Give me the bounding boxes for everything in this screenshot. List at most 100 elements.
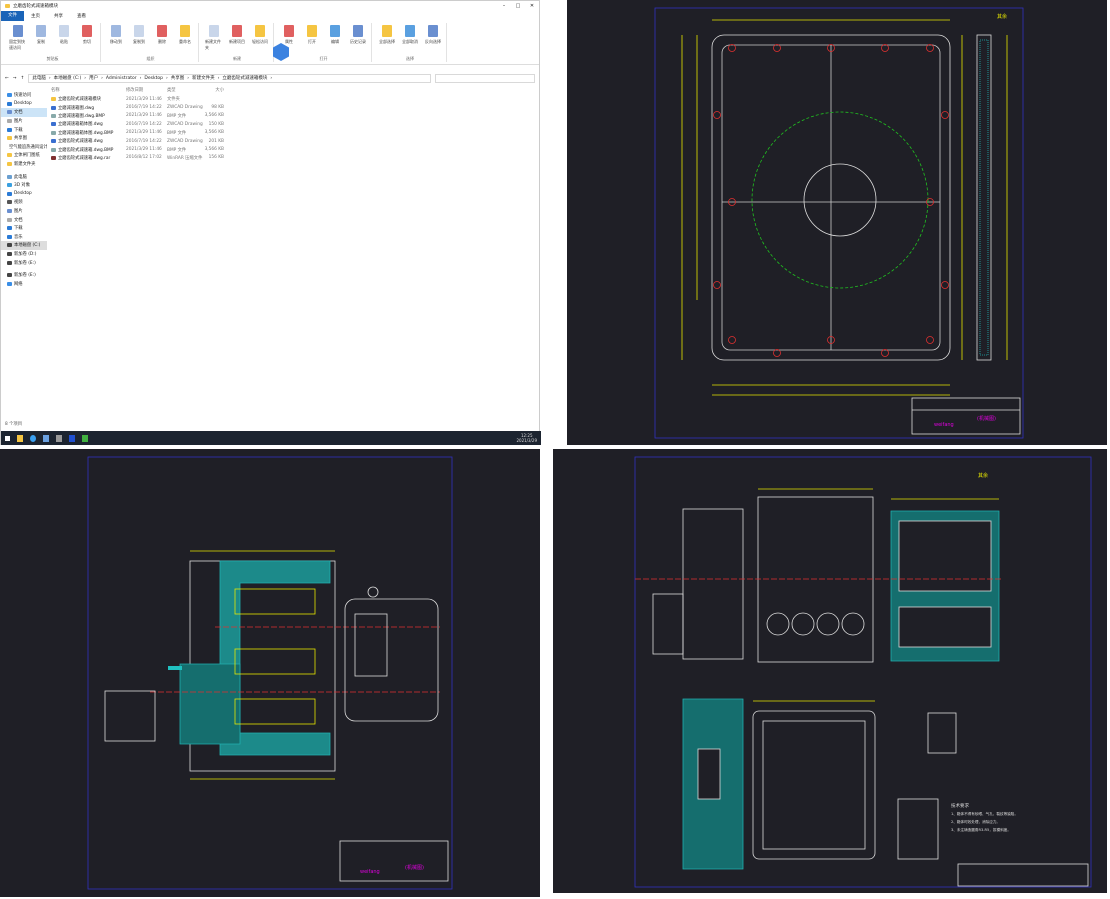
ribbon-button-icon bbox=[59, 25, 69, 37]
nav-item[interactable]: 网络 bbox=[1, 279, 47, 288]
bolt-hole bbox=[713, 281, 721, 289]
nav-item[interactable]: 图片 bbox=[1, 117, 47, 126]
column-date[interactable]: 修改日期 bbox=[126, 87, 167, 93]
file-row[interactable]: 立磨减速箱图.dwg.BMP 2021/3/29 11:46 BMP 文件 3,566… bbox=[51, 112, 539, 120]
nav-item[interactable]: 立体闸门图纸 bbox=[1, 151, 47, 160]
ribbon-button[interactable]: 新建项目 bbox=[228, 23, 246, 56]
title-bar: 立磨齿轮式减速箱模块 – □ ✕ bbox=[1, 1, 539, 11]
nav-item-icon bbox=[7, 119, 12, 124]
breadcrumb-item[interactable]: 用户 bbox=[89, 75, 98, 81]
breadcrumb-item[interactable]: 此电脑 bbox=[32, 75, 46, 81]
dwg-file-icon bbox=[51, 122, 56, 127]
tech-req-3: 3、未注铸造圆角R3-R5，拔模斜度。 bbox=[951, 827, 1011, 832]
nav-item[interactable]: 视频 bbox=[1, 198, 47, 207]
file-row[interactable]: 立磨齿轮式减速箱.dwg.BMP 2021/3/29 11:46 BMP 文件 3,5… bbox=[51, 145, 539, 153]
file-type: 文件夹 bbox=[167, 97, 180, 103]
nav-item[interactable]: 文档 bbox=[1, 215, 47, 224]
ribbon-button[interactable]: 新建文件夹 bbox=[205, 23, 223, 56]
file-name: 立磨齿轮式减速箱.dwg.rar bbox=[58, 155, 111, 161]
ribbon-button[interactable]: 全部取消 bbox=[401, 23, 419, 56]
search-input[interactable] bbox=[435, 73, 535, 83]
ribbon-button[interactable]: 复制到 bbox=[130, 23, 148, 56]
address-row: ← → ↑ 此电脑 › 本地磁盘 (C:) › 用户 › Administrator › Deskt… bbox=[1, 71, 539, 85]
nav-item[interactable]: 快速访问 bbox=[1, 91, 47, 100]
ribbon-button[interactable]: 轻松访问 bbox=[251, 23, 269, 56]
nav-item[interactable]: Desktop bbox=[1, 100, 47, 109]
dwg-file-icon bbox=[51, 105, 56, 110]
nav-item[interactable]: 图片 bbox=[1, 207, 47, 216]
taskbar-doc-icon[interactable] bbox=[43, 434, 49, 442]
close-button[interactable]: ✕ bbox=[525, 3, 539, 9]
bolt-hole bbox=[728, 44, 736, 52]
chevron-right-icon: › bbox=[217, 75, 220, 81]
clock-date: 2021/3/29 bbox=[516, 438, 537, 443]
tab-view[interactable]: 查看 bbox=[70, 13, 93, 19]
nav-item[interactable]: 新加卷 (E:) bbox=[1, 258, 47, 267]
nav-item[interactable]: 3D 对象 bbox=[1, 181, 47, 190]
tab-home[interactable]: 主页 bbox=[24, 13, 47, 19]
ribbon-button[interactable]: 删除 bbox=[153, 23, 171, 56]
cad-drawing-housing: 技术要求 1、箱体不得有砂眼、气孔、裂纹等缺陷。 2、箱体时效处理，消除应力。 … bbox=[553, 449, 1107, 893]
system-clock[interactable]: 12:25 2021/3/29 bbox=[516, 433, 537, 443]
taskbar-excel-icon[interactable] bbox=[82, 434, 88, 442]
nav-item[interactable]: 新加卷 (D:) bbox=[1, 250, 47, 259]
breadcrumb-item[interactable]: 立磨齿轮式减速箱模块 bbox=[222, 75, 267, 81]
ribbon-button[interactable]: 复制 bbox=[32, 23, 50, 56]
nav-item[interactable]: 音乐 bbox=[1, 233, 47, 242]
ribbon-button[interactable]: 打开 bbox=[303, 23, 321, 56]
ribbon-button[interactable]: 固定到快速访问 bbox=[9, 23, 27, 56]
forward-button[interactable]: → bbox=[13, 76, 17, 81]
ribbon-button[interactable]: 历史记录 bbox=[349, 23, 367, 56]
column-name[interactable]: 名称 bbox=[51, 87, 126, 93]
ribbon-button[interactable]: 移动到 bbox=[107, 23, 125, 56]
ribbon-button[interactable]: 全部选择 bbox=[378, 23, 396, 56]
nav-item[interactable]: 此电脑 bbox=[1, 172, 47, 181]
nav-item[interactable]: 文档 bbox=[1, 108, 47, 117]
tab-file[interactable]: 文件 bbox=[1, 11, 24, 21]
nav-item[interactable]: 共享图 bbox=[1, 134, 47, 143]
ribbon-button[interactable]: 反向选择 bbox=[424, 23, 442, 56]
breadcrumb-item[interactable]: 共享图 bbox=[171, 75, 185, 81]
file-date: 2016/7/19 14:22 bbox=[126, 138, 162, 144]
file-row[interactable]: 立磨齿轮式减速箱模块 2021/3/29 11:46 文件夹 bbox=[51, 95, 539, 103]
taskbar-explorer-icon[interactable] bbox=[17, 434, 23, 442]
up-button[interactable]: ↑ bbox=[21, 76, 25, 81]
breadcrumb[interactable]: 此电脑 › 本地磁盘 (C:) › 用户 › Administrator › Desktop › 共… bbox=[28, 73, 431, 83]
bearing-bore bbox=[766, 612, 790, 636]
nav-item-icon bbox=[7, 217, 12, 222]
nav-item-label: 新建文件夹 bbox=[14, 162, 36, 168]
nav-item[interactable]: Desktop bbox=[1, 190, 47, 199]
breadcrumb-item[interactable]: Administrator bbox=[106, 76, 137, 81]
navigation-pane: 快速访问 Desktop 文档 图片 下载 共享图 空气能追热通风设计 立体闸门图纸 新建文件夹… bbox=[1, 85, 47, 420]
nav-item[interactable]: 下载 bbox=[1, 125, 47, 134]
taskbar-search-icon[interactable] bbox=[30, 434, 36, 442]
ribbon-button[interactable]: 编辑 bbox=[326, 23, 344, 56]
breadcrumb-item[interactable]: 新建文件夹 bbox=[192, 75, 215, 81]
start-button[interactable] bbox=[5, 435, 10, 441]
file-row[interactable]: 立磨减速箱图.dwg 2016/7/19 14:22 ZWCAD Drawing 98… bbox=[51, 103, 539, 111]
tab-share[interactable]: 共享 bbox=[47, 13, 70, 19]
file-row[interactable]: 立磨齿轮式减速箱.dwg 2016/7/19 14:22 ZWCAD Drawing… bbox=[51, 137, 539, 145]
ribbon-button[interactable]: 重命名 bbox=[176, 23, 194, 56]
nav-item[interactable]: 新加卷 (E:) bbox=[1, 271, 47, 280]
breadcrumb-item[interactable]: 本地磁盘 (C:) bbox=[54, 75, 82, 81]
back-button[interactable]: ← bbox=[5, 76, 9, 81]
nav-item[interactable]: 新建文件夹 bbox=[1, 160, 47, 169]
nav-item-label: 立体闸门图纸 bbox=[14, 153, 40, 159]
nav-item[interactable]: 本地磁盘 (C:) bbox=[1, 241, 47, 250]
maximize-button[interactable]: □ bbox=[511, 3, 525, 9]
file-row[interactable]: 立磨齿轮式减速箱.dwg.rar 2016/8/12 17:02 WinRAR 压缩… bbox=[51, 154, 539, 162]
column-type[interactable]: 类型 bbox=[167, 87, 204, 93]
taskbar-app-icon[interactable] bbox=[56, 434, 62, 442]
ribbon-button[interactable]: 剪切 bbox=[78, 23, 96, 56]
nav-item[interactable]: 下载 bbox=[1, 224, 47, 233]
file-row[interactable]: 立磨减速箱箱体图.dwg 2016/7/19 14:22 ZWCAD Drawing… bbox=[51, 120, 539, 128]
breadcrumb-item[interactable]: Desktop bbox=[144, 76, 163, 81]
nav-item-label: 视频 bbox=[14, 200, 23, 206]
minimize-button[interactable]: – bbox=[497, 3, 511, 9]
column-size[interactable]: 大小 bbox=[204, 87, 224, 93]
file-row[interactable]: 立磨减速箱箱体图.dwg.BMP 2021/3/29 11:46 BMP 文件 3,5… bbox=[51, 129, 539, 137]
ribbon-button[interactable]: 粘贴 bbox=[55, 23, 73, 56]
nav-item[interactable]: 空气能追热通风设计 bbox=[1, 143, 47, 152]
taskbar-cad-icon[interactable] bbox=[69, 434, 75, 442]
